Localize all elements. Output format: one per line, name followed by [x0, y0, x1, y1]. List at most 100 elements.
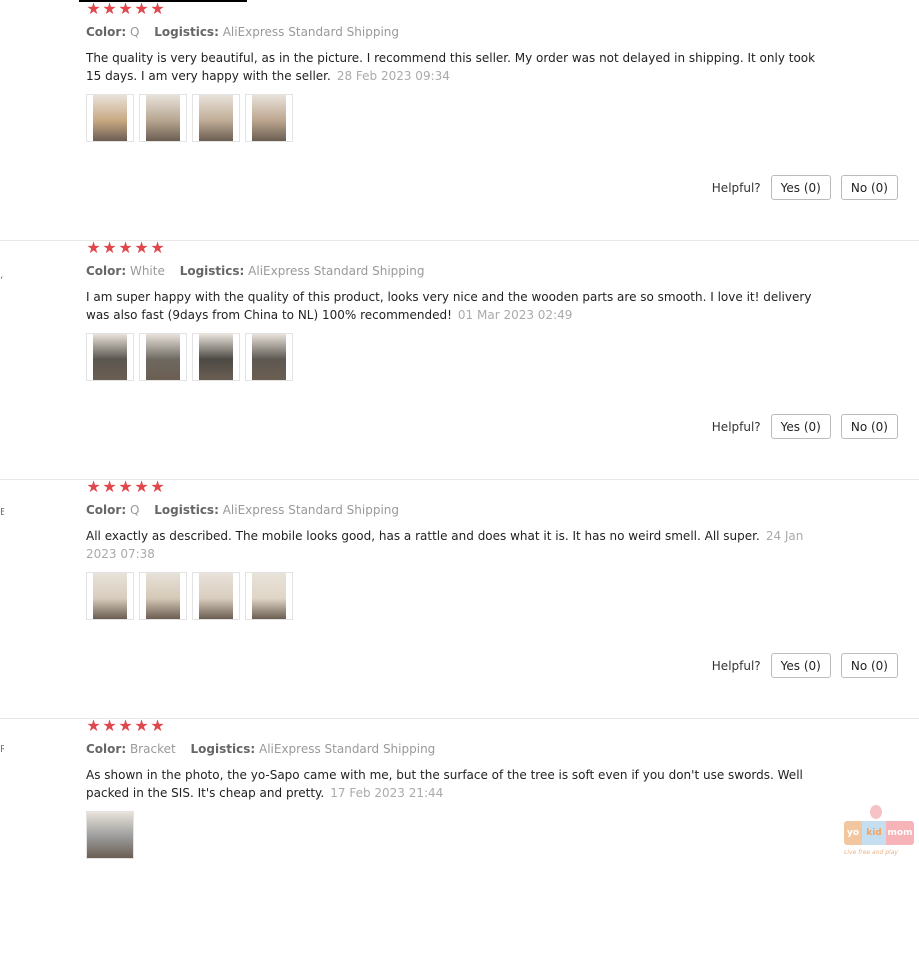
review-text: As shown in the photo, the yo-Sapo came … [86, 766, 826, 802]
photo-list [86, 572, 293, 620]
photo-image [87, 812, 133, 858]
review-photo[interactable] [192, 94, 240, 142]
star-icon: ★ [118, 0, 133, 18]
star-icon: ★ [118, 477, 133, 496]
review-meta: Color: Q Logistics: AliExpress Standard … [86, 24, 399, 40]
star-rating: ★ ★ ★ ★ ★ [86, 718, 165, 734]
helpful-yes-button[interactable]: Yes (0) [770, 175, 831, 200]
photo-image [199, 95, 233, 141]
photo-list [86, 811, 134, 859]
photo-image [93, 95, 127, 141]
helpful-section: Helpful? Yes (0) No (0) [712, 414, 898, 439]
review-photo[interactable] [139, 333, 187, 381]
review-photo[interactable] [86, 811, 134, 859]
photo-image [93, 334, 127, 380]
helpful-no-button[interactable]: No (0) [840, 175, 898, 200]
review-body: All exactly as described. The mobile loo… [86, 529, 760, 543]
review-body: As shown in the photo, the yo-Sapo came … [86, 768, 803, 800]
logistics-value: AliExpress Standard Shipping [222, 25, 400, 39]
color-label: Color: [86, 503, 127, 517]
star-icon: ★ [86, 477, 101, 496]
review-photo[interactable] [192, 572, 240, 620]
review-date: 17 Feb 2023 21:44 [330, 786, 444, 800]
color-value: Bracket [129, 742, 176, 756]
review-item: ★ ★ ★ ★ ★ Color: Q Logistics: AliExpress Sta… [0, 1, 919, 241]
star-rating: ★ ★ ★ ★ ★ [86, 479, 165, 495]
helpful-label: Helpful? [711, 658, 761, 673]
color-label: Color: [86, 742, 127, 756]
logo-segment: yo [844, 821, 862, 845]
color-value: Q [129, 25, 140, 39]
helpful-section: Helpful? Yes (0) No (0) [712, 653, 898, 678]
review-item: ★ ★ ★ ★ ★ Color: Q Logistics: AliExpress Sta… [0, 479, 919, 719]
photo-list [86, 94, 293, 142]
helpful-yes-button[interactable]: Yes (0) [770, 653, 831, 678]
star-icon: ★ [102, 477, 117, 496]
review-photo[interactable] [139, 572, 187, 620]
color-value: Q [129, 503, 140, 517]
review-photo[interactable] [86, 94, 134, 142]
review-meta: Color: White Logistics: AliExpress Stand… [86, 263, 424, 279]
review-photo[interactable] [192, 333, 240, 381]
helpful-section: Helpful? Yes (0) No (0) [712, 175, 898, 200]
star-icon: ★ [150, 0, 165, 18]
logo-segment: mom [886, 821, 914, 845]
star-rating: ★ ★ ★ ★ ★ [86, 1, 165, 17]
photo-image [146, 573, 180, 619]
star-icon: ★ [150, 477, 165, 496]
logistics-label: Logistics: [179, 264, 245, 278]
logo-tagline: Live free and play [844, 849, 898, 856]
star-icon: ★ [102, 238, 117, 257]
star-icon: ★ [150, 238, 165, 257]
photo-image [252, 334, 286, 380]
review-photo[interactable] [139, 94, 187, 142]
photo-list [86, 333, 293, 381]
photo-image [252, 573, 286, 619]
review-date: 28 Feb 2023 09:34 [336, 69, 450, 83]
logistics-label: Logistics: [154, 25, 219, 39]
review-text: I am super happy with the quality of thi… [86, 288, 826, 324]
logo-box: yo kid mom [844, 821, 914, 845]
helpful-yes-button[interactable]: Yes (0) [770, 414, 831, 439]
review-meta: Color: Bracket Logistics: AliExpress Sta… [86, 741, 435, 757]
logo-segment: kid [862, 821, 886, 845]
logistics-label: Logistics: [190, 742, 256, 756]
review-body: The quality is very beautiful, as in the… [86, 51, 816, 83]
logistics-value: AliExpress Standard Shipping [248, 264, 425, 278]
helpful-no-button[interactable]: No (0) [840, 653, 898, 678]
review-item: ★ ★ ★ ★ ★ Color: White Logistics: AliExpress… [0, 240, 919, 480]
review-meta: Color: Q Logistics: AliExpress Standard … [86, 502, 399, 518]
star-icon: ★ [86, 716, 101, 735]
logistics-value: AliExpress Standard Shipping [222, 503, 400, 517]
star-icon: ★ [134, 716, 149, 735]
star-icon: ★ [134, 477, 149, 496]
review-text: All exactly as described. The mobile loo… [86, 527, 826, 563]
star-rating: ★ ★ ★ ★ ★ [86, 240, 165, 256]
review-photo[interactable] [245, 94, 293, 142]
review-photo[interactable] [86, 572, 134, 620]
star-icon: ★ [134, 0, 149, 18]
color-label: Color: [86, 25, 127, 39]
photo-image [199, 334, 233, 380]
star-icon: ★ [102, 0, 117, 18]
star-icon: ★ [118, 716, 133, 735]
balloon-icon [870, 805, 882, 819]
review-photo[interactable] [86, 333, 134, 381]
photo-image [199, 573, 233, 619]
review-item: ★ ★ ★ ★ ★ Color: Bracket Logistics: AliExpre… [0, 718, 919, 957]
helpful-no-button[interactable]: No (0) [840, 414, 898, 439]
review-photo[interactable] [245, 333, 293, 381]
review-text: The quality is very beautiful, as in the… [86, 49, 826, 85]
star-icon: ★ [134, 238, 149, 257]
star-icon: ★ [118, 238, 133, 257]
review-date: 01 Mar 2023 02:49 [457, 308, 573, 322]
helpful-label: Helpful? [711, 419, 761, 434]
star-icon: ★ [86, 0, 101, 18]
star-icon: ★ [150, 716, 165, 735]
watermark-logo: yo kid mom Live free and play [844, 805, 916, 857]
review-photo[interactable] [245, 572, 293, 620]
photo-image [252, 95, 286, 141]
logistics-label: Logistics: [154, 503, 219, 517]
photo-image [146, 95, 180, 141]
star-icon: ★ [102, 716, 117, 735]
